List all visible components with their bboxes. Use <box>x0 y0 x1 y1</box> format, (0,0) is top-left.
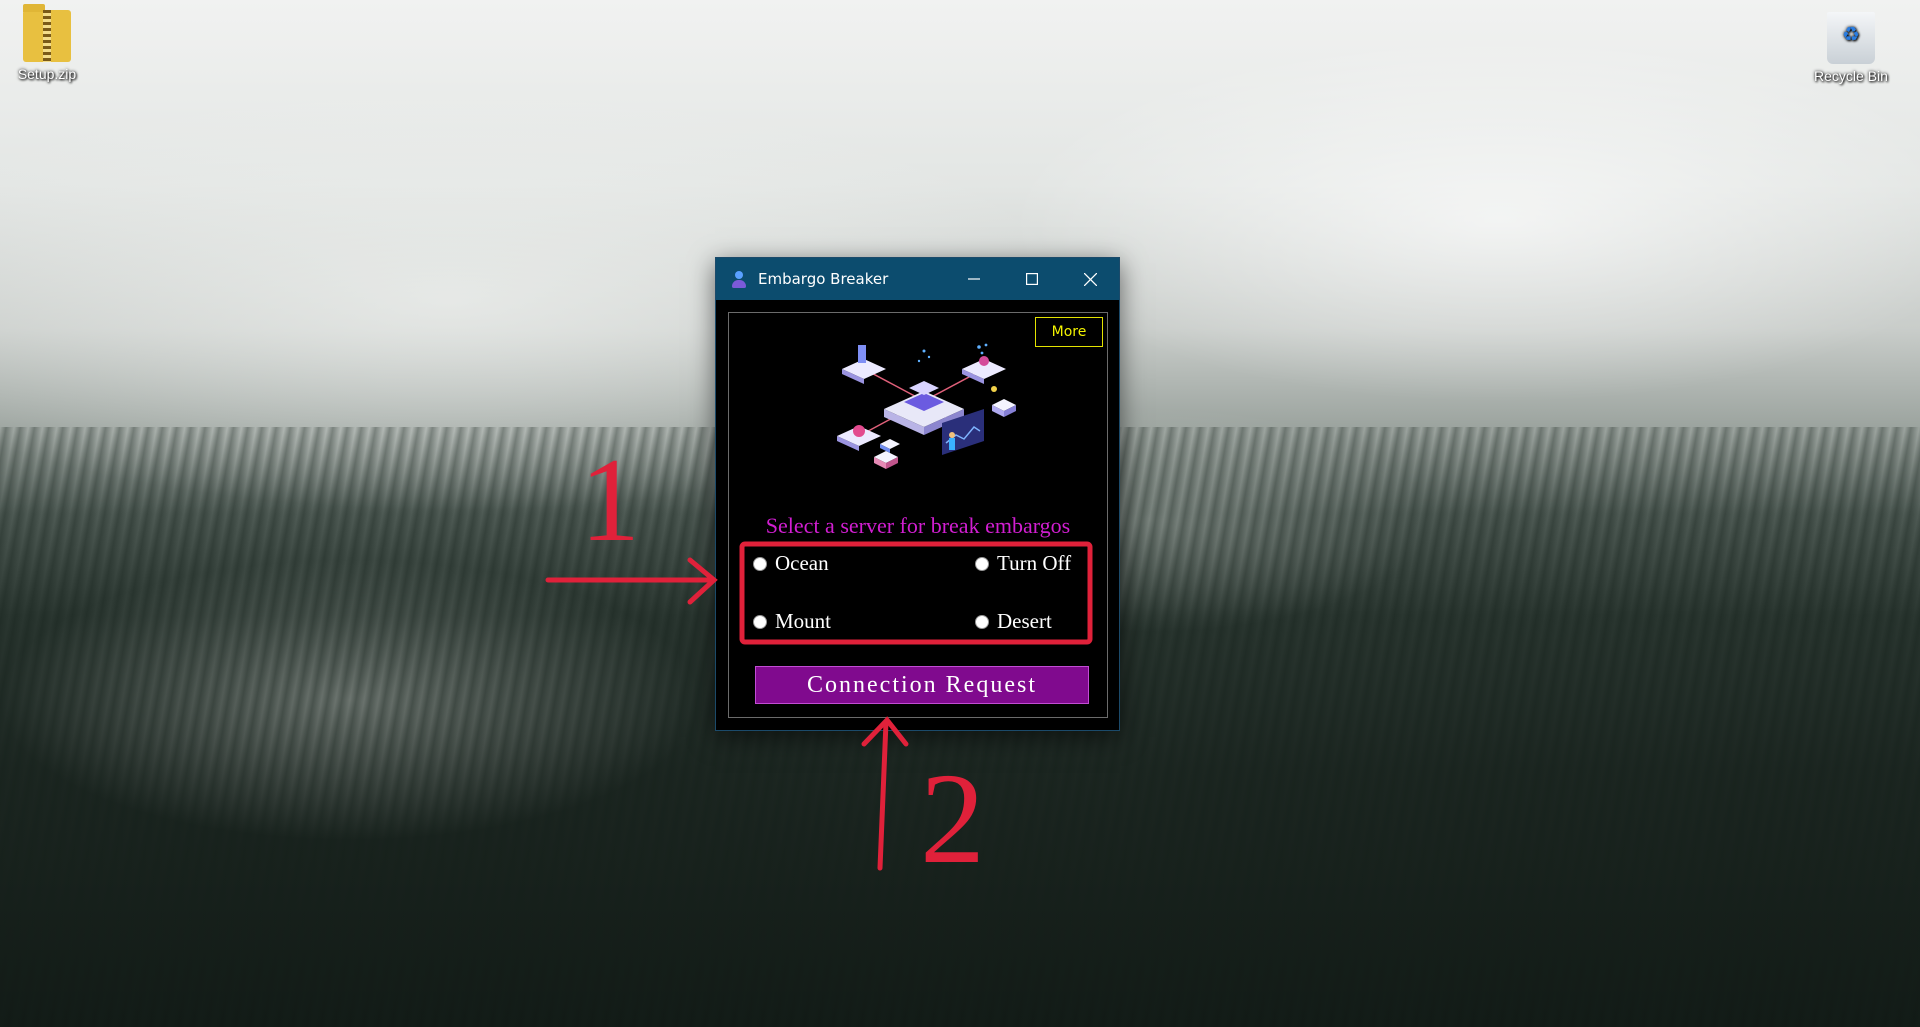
maximize-icon <box>1026 273 1038 285</box>
radio-button-icon[interactable] <box>753 614 767 629</box>
title-bar[interactable]: Embargo Breaker <box>716 258 1119 300</box>
radio-button-icon[interactable] <box>753 556 767 571</box>
annotation-marker-2: 2 <box>920 747 985 891</box>
close-icon <box>1083 272 1097 286</box>
radio-desert[interactable]: Desert <box>975 609 1052 634</box>
radio-label: Turn Off <box>997 551 1072 575</box>
server-options: Ocean Turn Off Mount Desert <box>743 551 1093 643</box>
radio-button-icon[interactable] <box>975 614 989 629</box>
radio-mount[interactable]: Mount <box>753 609 831 634</box>
embargo-breaker-window: Embargo Breaker More Select a server for… <box>715 257 1120 731</box>
server-prompt: Select a server for break embargos <box>765 513 1071 538</box>
radio-label: Desert <box>997 609 1052 633</box>
connection-request-button[interactable]: Connection Request <box>755 666 1089 704</box>
arrow-right-icon <box>545 557 718 605</box>
desktop-icon-recycle-bin[interactable]: Recycle Bin <box>1806 12 1896 84</box>
window-title: Embargo Breaker <box>758 270 889 288</box>
radio-label: Ocean <box>775 551 829 575</box>
desktop-icon-label: Recycle Bin <box>1814 68 1888 84</box>
app-user-icon <box>730 270 748 288</box>
desktop-icon-label: Setup.zip <box>17 66 77 82</box>
radio-label: Mount <box>775 609 832 633</box>
desktop-icon-setup-zip[interactable]: Setup.zip <box>2 4 92 82</box>
radio-turn-off[interactable]: Turn Off <box>975 551 1071 576</box>
radio-ocean[interactable]: Ocean <box>753 551 829 576</box>
minimize-button[interactable] <box>945 258 1003 300</box>
zip-folder-icon <box>23 4 71 62</box>
more-button[interactable]: More <box>1035 317 1103 347</box>
annotation-marker-1: 1 <box>580 433 640 566</box>
maximize-button[interactable] <box>1003 258 1061 300</box>
minimize-icon <box>968 278 980 280</box>
close-button[interactable] <box>1061 258 1119 300</box>
radio-button-icon[interactable] <box>975 556 989 571</box>
recycle-bin-icon <box>1827 12 1875 64</box>
network-illustration <box>837 343 1016 469</box>
arrow-up-icon <box>861 716 909 871</box>
content-panel: More Select a server for break embargos … <box>728 312 1108 718</box>
